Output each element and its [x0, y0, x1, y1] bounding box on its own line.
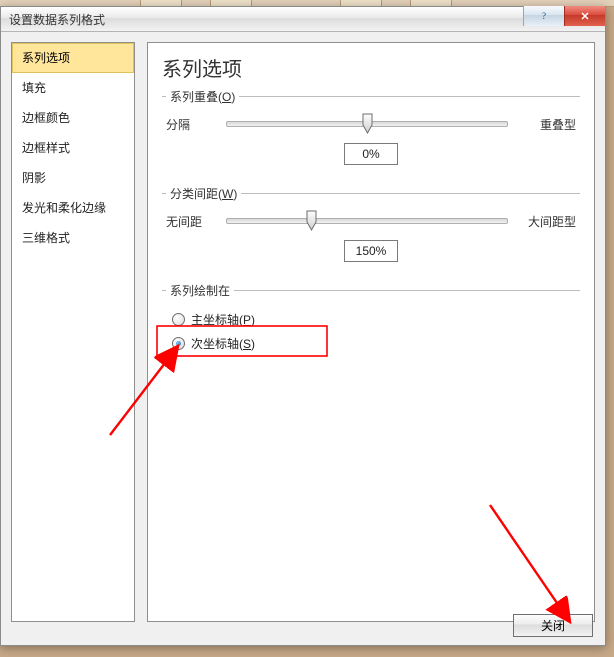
- sidebar-item-fill[interactable]: 填充: [12, 73, 134, 103]
- sidebar-item-shadow[interactable]: 阴影: [12, 163, 134, 193]
- dialog-format-data-series: 设置数据系列格式 ? 系列选项填充边框颜色边框样式阴影发光和柔化边缘三维格式: [0, 6, 606, 646]
- close-button[interactable]: 关闭: [513, 614, 593, 637]
- gap-right-label: 大间距型: [516, 213, 576, 230]
- gap-slider[interactable]: [226, 218, 508, 224]
- sidebar-item-label: 边框颜色: [22, 111, 70, 125]
- sidebar-item-border-style[interactable]: 边框样式: [12, 133, 134, 163]
- slider-thumb-icon: [362, 113, 373, 134]
- overlap-slider[interactable]: [226, 121, 508, 127]
- sidebar-item-label: 阴影: [22, 171, 46, 185]
- gap-value-input[interactable]: [344, 240, 398, 262]
- sidebar-item-label: 填充: [22, 81, 46, 95]
- gap-left-label: 无间距: [166, 213, 218, 230]
- svg-text:?: ?: [542, 11, 546, 21]
- panel-heading: 系列选项: [162, 53, 580, 82]
- sidebar-item-3d-format[interactable]: 三维格式: [12, 223, 134, 253]
- sidebar-item-label: 发光和柔化边缘: [22, 201, 106, 215]
- legend-gap-width: 分类间距(W): [166, 185, 241, 202]
- window-close-button[interactable]: [564, 6, 605, 26]
- radio-icon: [172, 337, 185, 350]
- overlap-value-input[interactable]: [344, 143, 398, 165]
- dialog-title: 设置数据系列格式: [1, 11, 105, 28]
- group-plot-on: 系列绘制在 主坐标轴(P) 次坐标: [162, 282, 580, 361]
- radio-secondary-axis[interactable]: 次坐标轴(S): [166, 331, 576, 355]
- radio-icon: [172, 313, 185, 326]
- close-icon: [579, 10, 591, 22]
- help-icon: ?: [538, 10, 550, 22]
- sidebar-item-label: 边框样式: [22, 141, 70, 155]
- legend-series-overlap: 系列重叠(O): [166, 88, 239, 105]
- slider-thumb-icon: [306, 210, 317, 231]
- sidebar: 系列选项填充边框颜色边框样式阴影发光和柔化边缘三维格式: [11, 42, 135, 622]
- group-series-overlap: 系列重叠(O) 分隔 重叠型: [162, 88, 580, 171]
- legend-plot-on: 系列绘制在: [166, 282, 234, 299]
- sidebar-item-label: 三维格式: [22, 231, 70, 245]
- overlap-left-label: 分隔: [166, 116, 218, 133]
- radio-primary-label: 主坐标轴(P): [191, 311, 255, 328]
- dialog-body: 系列选项填充边框颜色边框样式阴影发光和柔化边缘三维格式 系列选项 系列重叠(O)…: [1, 32, 605, 645]
- titlebar-controls: ?: [523, 6, 605, 26]
- radio-primary-axis[interactable]: 主坐标轴(P): [166, 307, 576, 331]
- sidebar-item-glow-soft[interactable]: 发光和柔化边缘: [12, 193, 134, 223]
- sidebar-item-series-options[interactable]: 系列选项: [12, 43, 134, 73]
- group-gap-width: 分类间距(W) 无间距 大间距型: [162, 185, 580, 268]
- dialog-titlebar[interactable]: 设置数据系列格式 ?: [1, 7, 605, 32]
- overlap-right-label: 重叠型: [516, 116, 576, 133]
- sidebar-item-label: 系列选项: [22, 51, 70, 65]
- sidebar-item-border-color[interactable]: 边框颜色: [12, 103, 134, 133]
- radio-secondary-label: 次坐标轴(S): [191, 335, 255, 352]
- main-panel: 系列选项 系列重叠(O) 分隔: [147, 42, 595, 622]
- help-button[interactable]: ?: [523, 6, 564, 26]
